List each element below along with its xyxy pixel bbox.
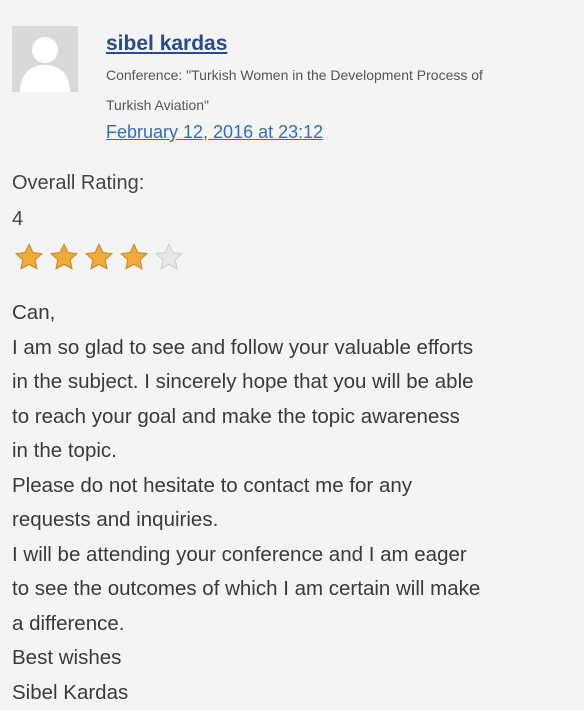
conference-title: Conference: "Turkish Women in the Develo…	[106, 60, 576, 120]
star-filled-icon	[12, 242, 46, 272]
comment-line: Can,	[12, 296, 580, 331]
star-empty-icon	[152, 242, 186, 272]
comment-line: Best wishes	[12, 641, 580, 676]
comment-line: in the subject. I sincerely hope that yo…	[12, 365, 580, 400]
comment-line: Please do not hesitate to contact me for…	[12, 469, 580, 504]
comment-card: sibel kardas Conference: "Turkish Women …	[0, 0, 584, 708]
author-link[interactable]: sibel kardas	[106, 30, 576, 58]
user-silhouette-icon	[12, 26, 78, 92]
comment-line: requests and inquiries.	[12, 503, 580, 538]
star-rating	[12, 242, 186, 272]
comment-body: Can,I am so glad to see and follow your …	[12, 296, 580, 710]
comment-date-link[interactable]: February 12, 2016 at 23:12	[106, 120, 576, 144]
comment-line: a difference.	[12, 607, 580, 642]
avatar	[12, 26, 78, 92]
star-filled-icon	[82, 242, 116, 272]
rating-value: 4	[12, 208, 23, 231]
comment-line: in the topic.	[12, 434, 580, 469]
conference-line: Conference: "Turkish Women in the Develo…	[106, 60, 576, 90]
star-filled-icon	[47, 242, 81, 272]
comment-line: Sibel Kardas	[12, 676, 580, 710]
conference-line: Turkish Aviation"	[106, 90, 576, 120]
comment-meta: sibel kardas Conference: "Turkish Women …	[106, 30, 576, 144]
comment-line: I will be attending your conference and …	[12, 538, 580, 573]
comment-line: I am so glad to see and follow your valu…	[12, 331, 580, 366]
rating-label: Overall Rating:	[12, 172, 144, 195]
comment-line: to see the outcomes of which I am certai…	[12, 572, 580, 607]
comment-line: to reach your goal and make the topic aw…	[12, 400, 580, 435]
star-filled-icon	[117, 242, 151, 272]
